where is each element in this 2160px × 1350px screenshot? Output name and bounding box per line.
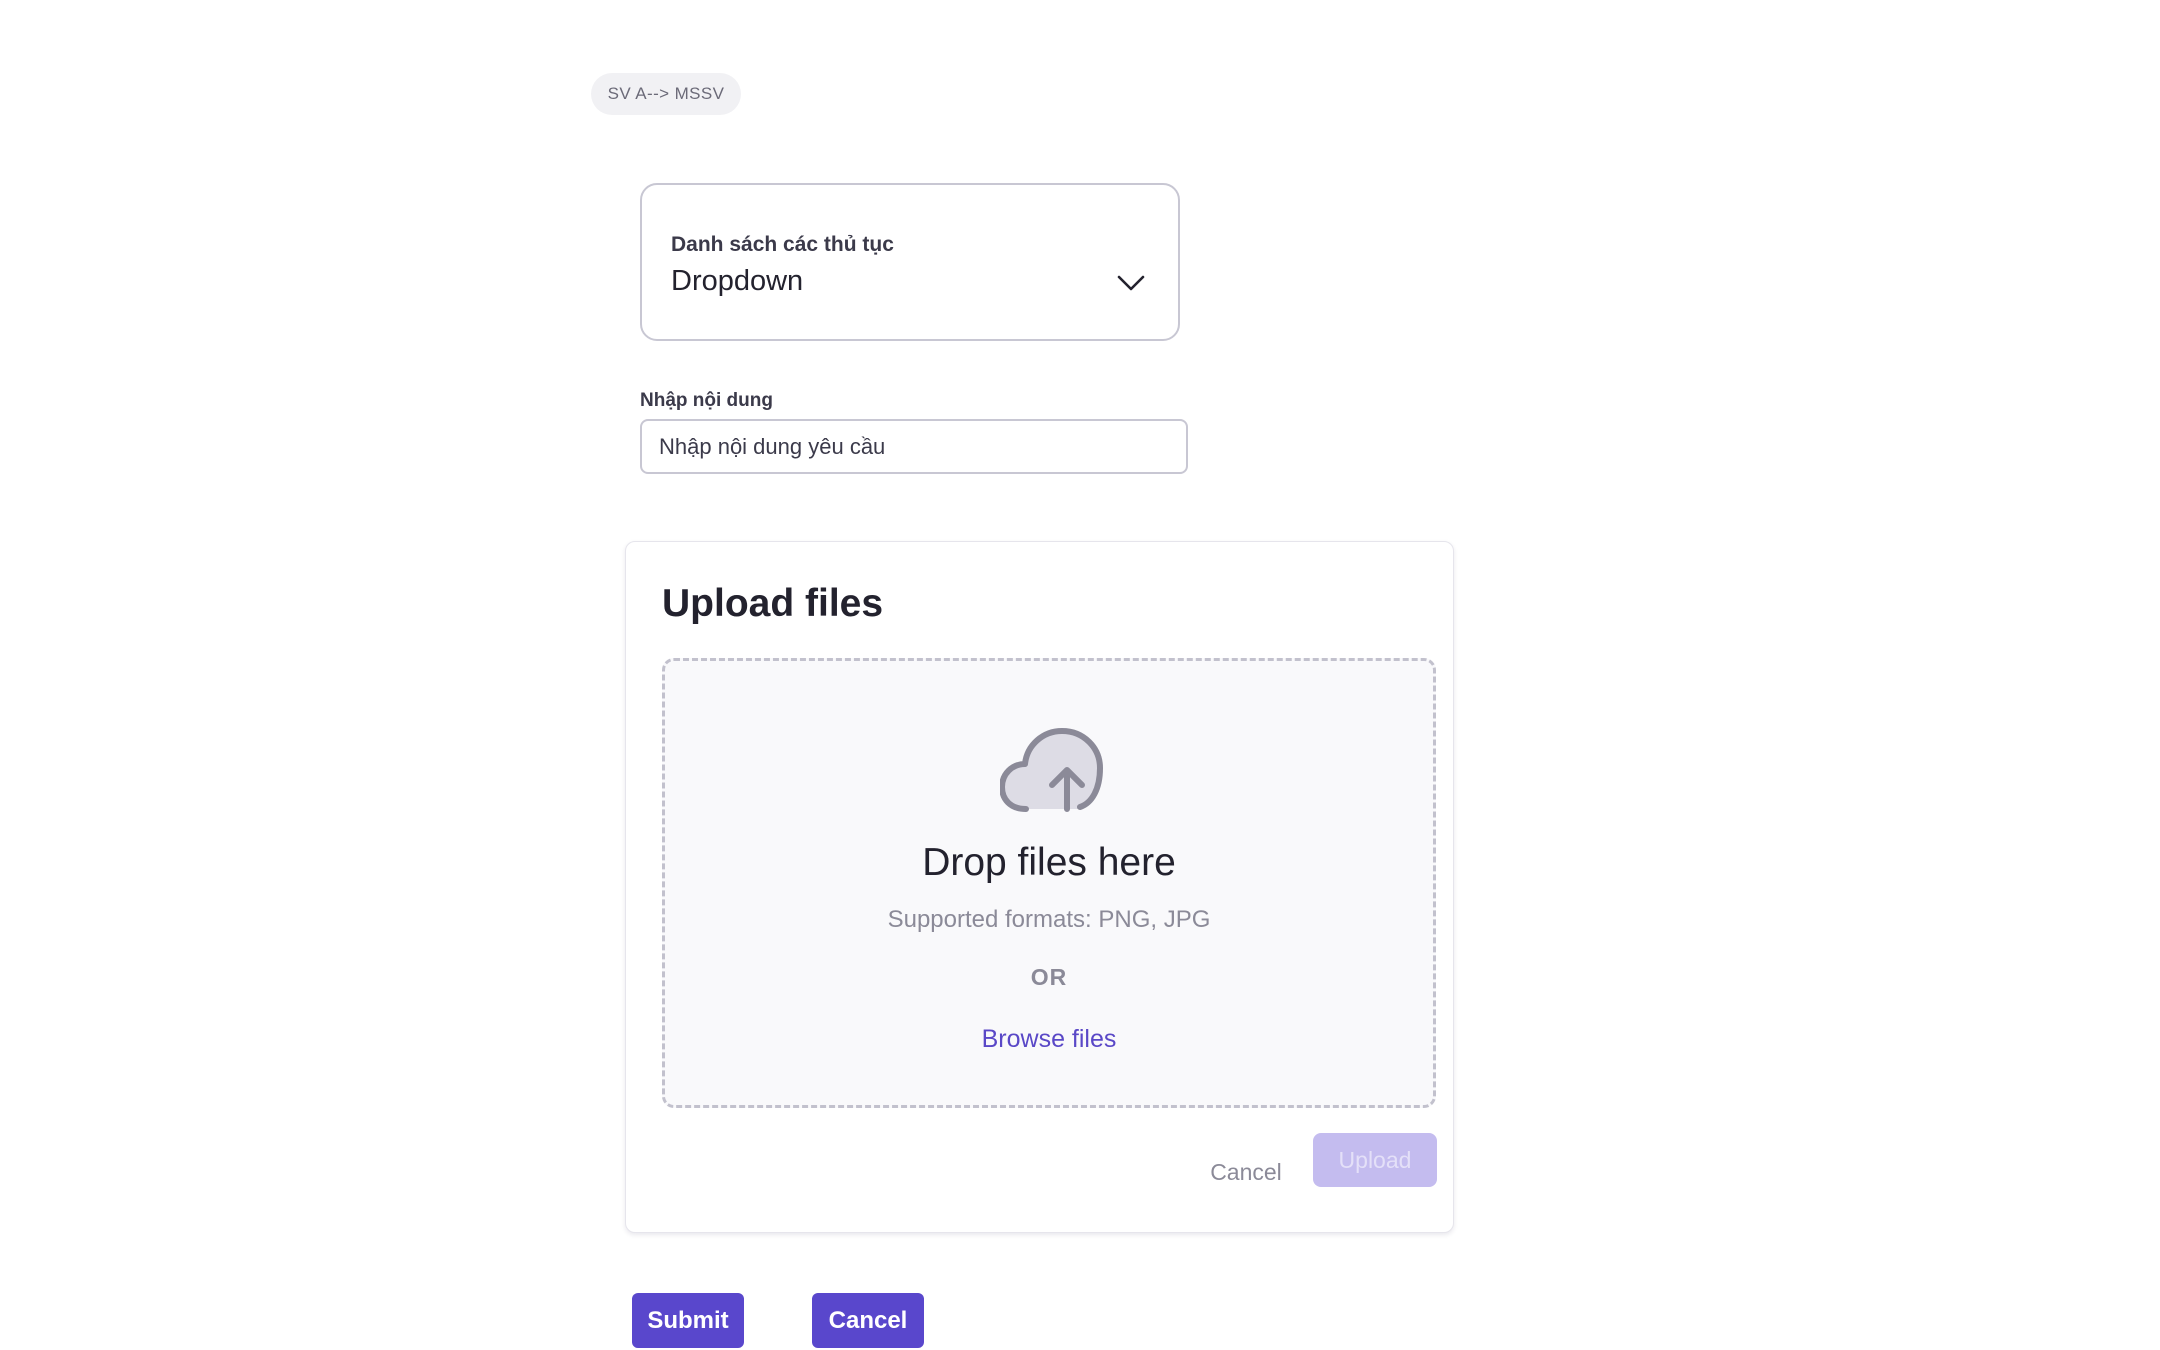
procedure-dropdown-label: Danh sách các thủ tục [671,233,894,256]
procedure-dropdown-value: Dropdown [671,265,804,297]
chevron-down-icon [1117,275,1145,291]
upload-cancel-button[interactable]: Cancel [1196,1147,1296,1197]
content-field-label: Nhập nội dung [640,390,773,411]
content-input[interactable] [640,419,1188,474]
or-divider: OR [1030,964,1068,990]
upload-button[interactable]: Upload [1313,1133,1437,1187]
cancel-button[interactable]: Cancel [812,1293,924,1348]
procedure-dropdown[interactable]: Danh sách các thủ tục Dropdown [640,183,1180,341]
file-dropzone[interactable]: Drop files here Supported formats: PNG, … [662,658,1436,1108]
browse-files-link[interactable]: Browse files [665,1025,1433,1054]
student-tag: SV A--> MSSV [591,73,741,115]
submit-button[interactable]: Submit [632,1293,744,1348]
cloud-upload-icon [1000,728,1103,812]
drop-title: Drop files here [922,841,1176,884]
supported-formats: Supported formats: PNG, JPG [887,906,1211,933]
upload-title: Upload files [662,582,884,625]
upload-card: Upload files Drop files here Supported f… [625,541,1454,1233]
